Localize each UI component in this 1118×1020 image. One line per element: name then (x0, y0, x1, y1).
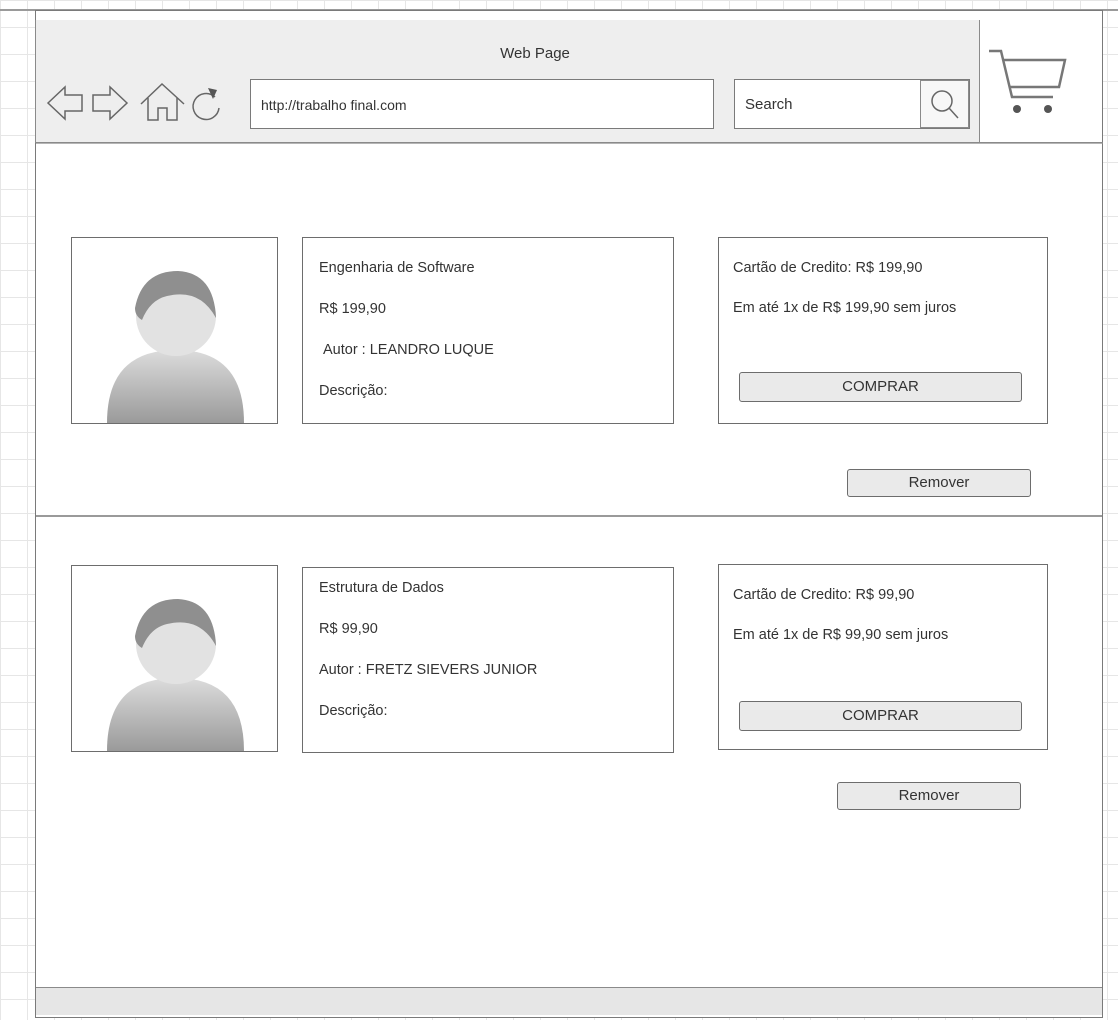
page-frame (35, 10, 1103, 1018)
forward-arrow-icon[interactable] (90, 78, 130, 128)
product-image (71, 565, 278, 752)
page-title: Web Page (500, 45, 570, 62)
avatar (107, 599, 244, 751)
product-info: Engenharia de Software R$ 199,90 Autor :… (302, 237, 674, 424)
installments-text: Em até 1x de R$ 199,90 sem juros (733, 300, 957, 316)
buy-button[interactable]: COMPRAR (739, 701, 1022, 731)
home-icon[interactable] (138, 78, 188, 128)
product-price: R$ 99,90 (319, 621, 378, 637)
refresh-icon[interactable] (186, 78, 226, 128)
product-divider (36, 515, 1102, 517)
buy-button[interactable]: COMPRAR (739, 372, 1022, 402)
header-separator (36, 143, 1102, 144)
product-title: Estrutura de Dados (319, 580, 444, 596)
search-button[interactable] (920, 80, 969, 128)
payment-box: Cartão de Credito: R$ 99,90 Em até 1x de… (718, 564, 1048, 750)
product-description: Descrição: (319, 383, 388, 399)
bottom-bar (36, 987, 1102, 1015)
payment-box: Cartão de Credito: R$ 199,90 Em até 1x d… (718, 237, 1048, 424)
search-icon (931, 90, 959, 119)
product-info: Estrutura de Dados R$ 99,90 Autor : FRET… (302, 567, 674, 753)
avatar (107, 271, 244, 423)
remove-button[interactable]: Remover (837, 782, 1021, 810)
product-author: Autor : FRETZ SIEVERS JUNIOR (319, 662, 538, 678)
back-arrow-icon[interactable] (45, 78, 85, 128)
product-author: Autor : LEANDRO LUQUE (323, 342, 494, 358)
product-title: Engenharia de Software (319, 260, 475, 276)
remove-button[interactable]: Remover (847, 469, 1031, 497)
credit-card-price: Cartão de Credito: R$ 99,90 (733, 587, 915, 603)
url-bar[interactable]: http://trabalho final.com (250, 79, 714, 129)
installments-text: Em até 1x de R$ 99,90 sem juros (733, 627, 949, 643)
credit-card-price: Cartão de Credito: R$ 199,90 (733, 260, 923, 276)
product-description: Descrição: (319, 703, 388, 719)
product-price: R$ 199,90 (319, 301, 386, 317)
product-image (71, 237, 278, 424)
cart-icon[interactable] (985, 45, 1070, 120)
